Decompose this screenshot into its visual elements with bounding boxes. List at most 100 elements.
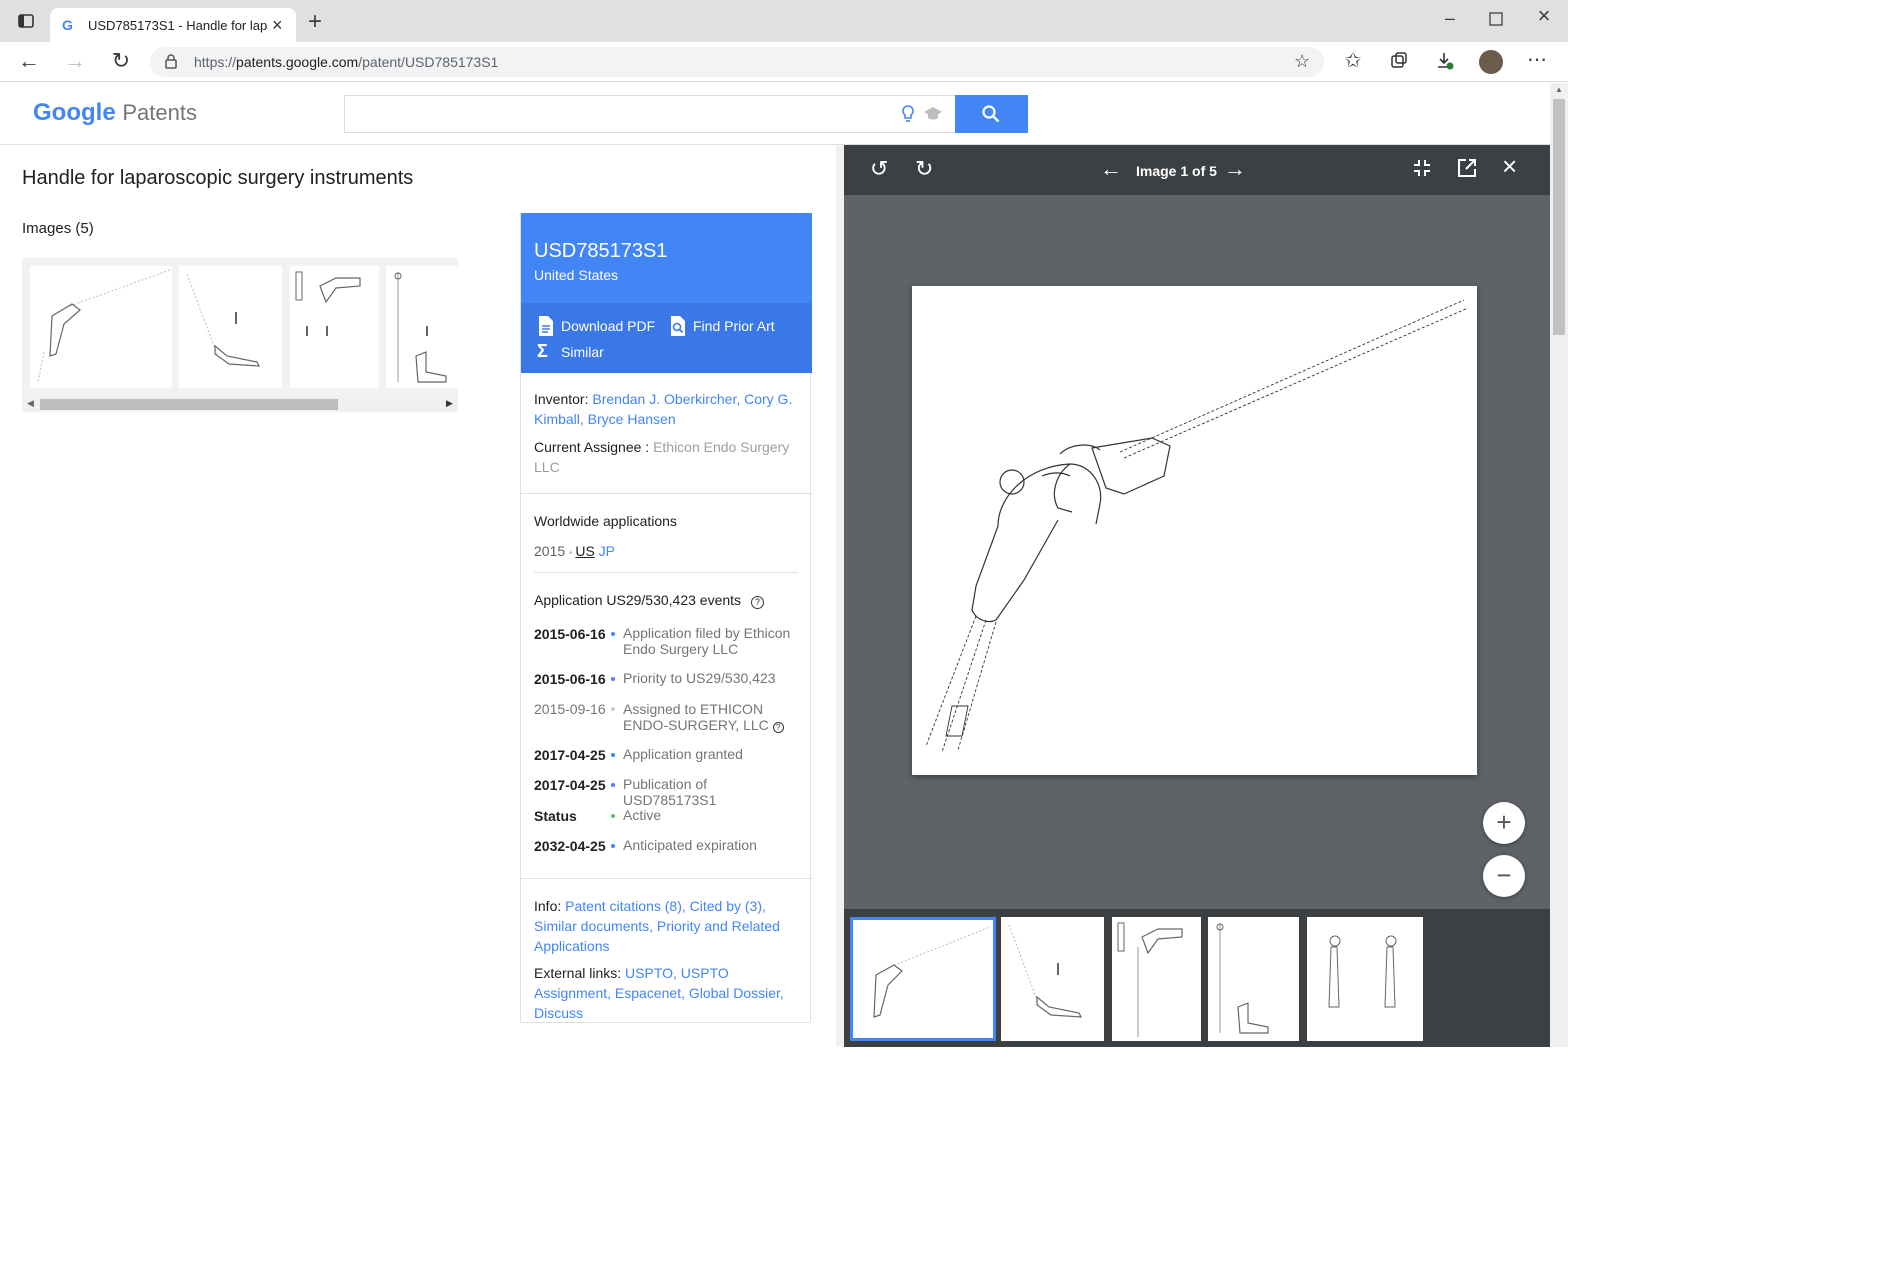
downloads-icon[interactable] xyxy=(1434,51,1456,75)
lightbulb-icon[interactable] xyxy=(901,104,915,129)
lock-icon xyxy=(164,53,178,74)
event-dot xyxy=(611,844,615,848)
close-tab-icon[interactable]: × xyxy=(272,15,283,36)
forward-icon[interactable]: → xyxy=(64,50,86,72)
exit-fullscreen-icon[interactable] xyxy=(1412,158,1432,182)
event-date: 2017-04-25 xyxy=(534,777,606,793)
strip-thumb-2[interactable] xyxy=(179,266,282,388)
viewer-thumbnail-bar xyxy=(844,909,1550,1047)
event-text: Publication of USD785173S1 xyxy=(623,776,717,808)
patent-number: USD785173S1 xyxy=(534,240,668,262)
new-tab-icon[interactable]: + xyxy=(304,10,326,34)
patent-country: United States xyxy=(534,267,619,283)
patent-info-card: USD785173S1 United States Download PDF F… xyxy=(520,213,812,1023)
viewer-thumb-4[interactable] xyxy=(1208,917,1299,1041)
viewer-thumb-2[interactable] xyxy=(1001,917,1104,1041)
rotate-right-icon[interactable]: ↻ xyxy=(915,158,933,180)
zoom-out-button[interactable]: − xyxy=(1483,855,1525,897)
viewer-toolbar: ↺ ↻ ← Image 1 of 5 → × xyxy=(844,145,1550,195)
viewer-thumb-1[interactable] xyxy=(850,917,996,1041)
event-text: Anticipated expiration xyxy=(623,837,757,853)
search-input[interactable] xyxy=(344,95,956,133)
scroll-right-icon[interactable]: ▶ xyxy=(446,398,453,409)
url-field[interactable]: https://patents.google.com/patent/USD785… xyxy=(150,47,1324,77)
tab-title: USD785173S1 - Handle for laparoscopic su… xyxy=(88,18,268,33)
logo-patents: Patents xyxy=(122,100,197,125)
divider xyxy=(521,878,812,879)
page-title: Handle for laparoscopic surgery instrume… xyxy=(22,167,414,189)
image-thumbnail-strip[interactable]: ◀ ▶ xyxy=(22,258,458,412)
page-scrollbar[interactable]: ▲ xyxy=(1550,83,1568,1047)
open-in-new-icon[interactable] xyxy=(1457,158,1477,182)
google-favicon-icon: G xyxy=(62,17,73,33)
scholar-icon[interactable] xyxy=(923,105,943,126)
worldwide-label: Worldwide applications xyxy=(534,513,677,529)
browser-tab[interactable]: G USD785173S1 - Handle for laparoscopic … xyxy=(50,8,296,42)
url-text: https://patents.google.com/patent/USD785… xyxy=(194,54,499,70)
event-dot xyxy=(611,707,615,711)
collections-icon[interactable] xyxy=(1388,51,1410,73)
worldwide-jp-link[interactable]: JP xyxy=(599,543,615,559)
download-pdf-button[interactable]: Download PDF xyxy=(537,315,655,340)
status-dot xyxy=(611,814,615,818)
strip-thumb-4[interactable] xyxy=(386,266,458,388)
info-links[interactable]: Patent citations (8), Cited by (3), Simi… xyxy=(534,898,780,954)
strip-thumb-1[interactable] xyxy=(30,266,172,388)
profile-avatar[interactable] xyxy=(1479,50,1503,74)
pdf-icon xyxy=(537,315,555,340)
page-scrollbar-thumb[interactable] xyxy=(1553,99,1565,335)
search-icon xyxy=(982,105,1000,128)
pane-divider xyxy=(836,145,844,1047)
sigma-icon: Σ xyxy=(537,341,548,361)
worldwide-us-link[interactable]: US xyxy=(575,543,594,559)
previous-image-icon[interactable]: ← xyxy=(1100,158,1122,180)
event-text: Application filed by Ethicon Endo Surger… xyxy=(623,625,791,657)
back-icon[interactable]: ← xyxy=(18,50,40,72)
strip-thumb-3[interactable] xyxy=(290,266,379,388)
address-bar-row: ← → ↻ https://patents.google.com/patent/… xyxy=(0,42,1568,82)
event-dot xyxy=(611,783,615,787)
event-text: Application granted xyxy=(623,746,743,762)
images-label: Images (5) xyxy=(22,220,94,237)
add-favorite-icon[interactable]: ☆ xyxy=(1294,51,1310,72)
close-viewer-icon[interactable]: × xyxy=(1502,153,1517,179)
event-text: Assigned to ETHICON ENDO-SURGERY, LLC ? xyxy=(623,701,803,733)
viewer-thumb-5[interactable] xyxy=(1307,917,1423,1041)
google-patents-logo[interactable]: Google Patents xyxy=(33,99,197,127)
minimize-icon[interactable]: – xyxy=(1440,8,1460,28)
image-viewer: ↺ ↻ ← Image 1 of 5 → × + − xyxy=(844,145,1550,1047)
search-button[interactable] xyxy=(955,95,1028,133)
assignment-help-icon[interactable]: ? xyxy=(772,722,784,733)
maximize-icon[interactable] xyxy=(1488,10,1504,26)
thumbnail-scrollbar[interactable]: ◀ ▶ xyxy=(22,396,458,412)
next-image-icon[interactable]: → xyxy=(1224,158,1246,180)
similar-button[interactable]: Σ Similar xyxy=(537,341,604,362)
event-date: 2015-06-16 xyxy=(534,671,606,687)
event-text: Priority to US29/530,423 xyxy=(623,670,776,686)
more-menu-icon[interactable]: ⋯ xyxy=(1526,50,1548,70)
assignee-row: Current Assignee : Ethicon Endo Surgery … xyxy=(534,439,790,475)
image-counter: Image 1 of 5 xyxy=(1136,163,1217,179)
events-label: Application US29/530,423 events ? xyxy=(534,590,764,610)
event-dot xyxy=(611,632,615,636)
event-dot xyxy=(611,753,615,757)
scroll-left-icon[interactable]: ◀ xyxy=(27,398,34,409)
card-actions: Download PDF Find Prior Art Σ Similar xyxy=(521,303,812,373)
info-row: Info: Patent citations (8), Cited by (3)… xyxy=(534,898,780,954)
worldwide-row: 2015 • US JP xyxy=(534,543,616,559)
help-icon[interactable]: ? xyxy=(750,596,764,609)
tab-actions-icon[interactable] xyxy=(16,12,36,32)
favorites-icon[interactable]: ✩ xyxy=(1342,51,1364,71)
scroll-up-icon[interactable]: ▲ xyxy=(1555,85,1563,94)
reload-icon[interactable]: ↻ xyxy=(110,50,132,72)
close-window-icon[interactable]: × xyxy=(1534,5,1554,27)
viewer-thumb-3[interactable] xyxy=(1112,917,1201,1041)
patents-header: Google Patents xyxy=(0,83,1550,145)
event-date: 2015-06-16 xyxy=(534,626,606,642)
rotate-left-icon[interactable]: ↺ xyxy=(870,158,888,180)
browser-tab-bar: G USD785173S1 - Handle for laparoscopic … xyxy=(0,0,1568,42)
zoom-in-button[interactable]: + xyxy=(1483,802,1525,844)
scrollbar-thumb[interactable] xyxy=(40,399,338,410)
find-prior-art-button[interactable]: Find Prior Art xyxy=(669,315,775,340)
divider xyxy=(534,572,798,573)
